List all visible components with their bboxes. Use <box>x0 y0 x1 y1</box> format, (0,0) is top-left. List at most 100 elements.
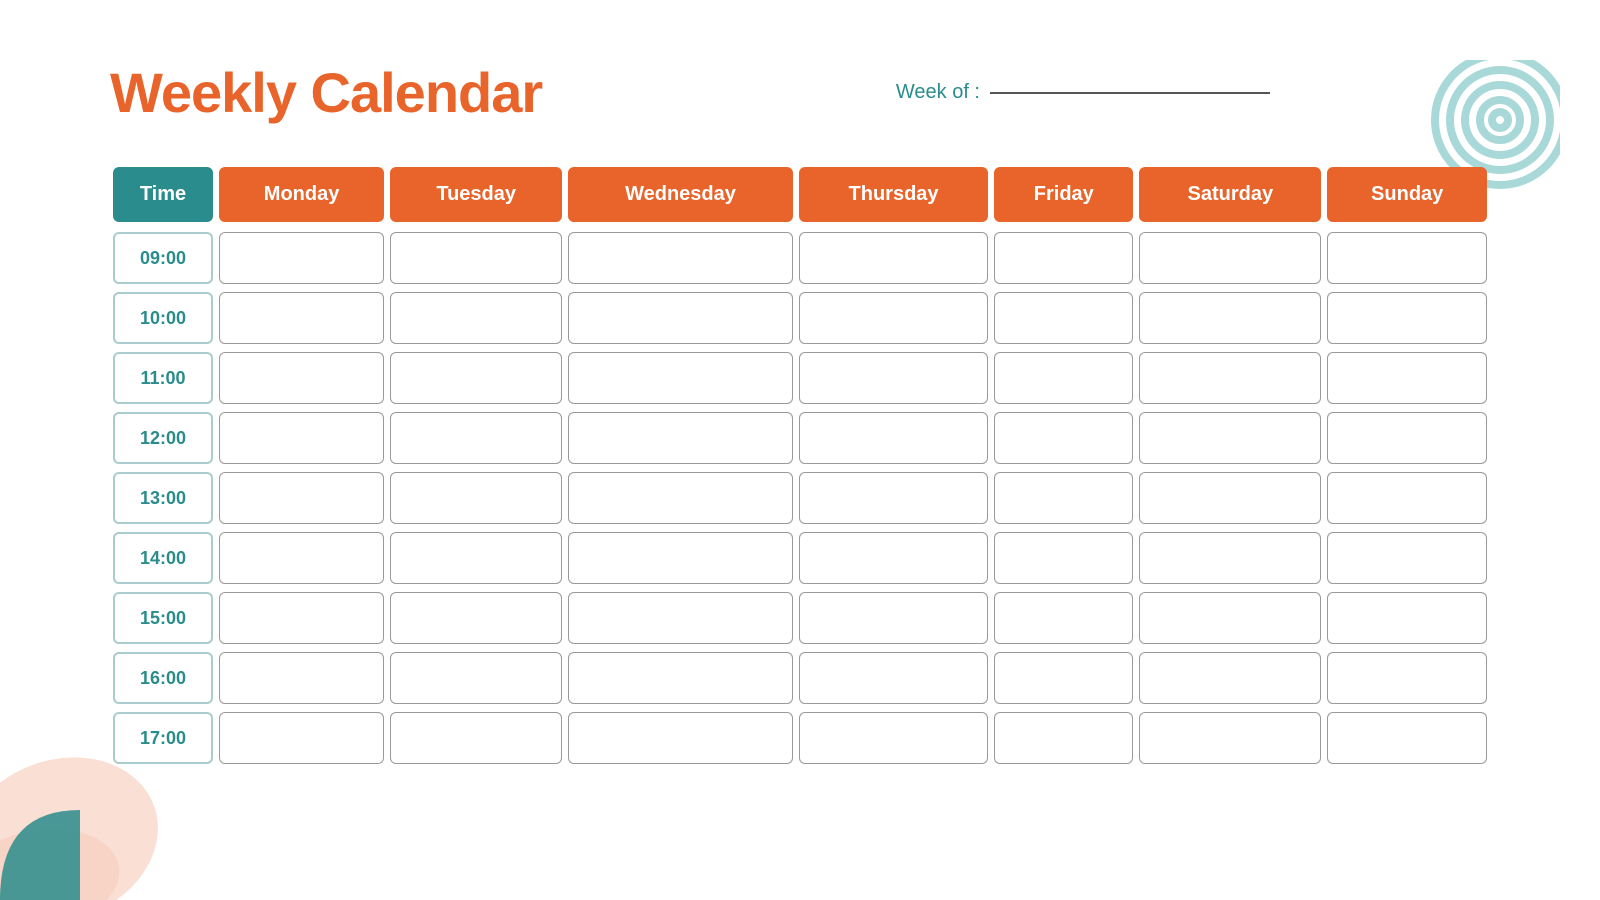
cell-09:00-wednesday[interactable] <box>565 228 796 288</box>
cell-17:00-tuesday[interactable] <box>387 708 565 768</box>
cell-17:00-wednesday[interactable] <box>565 708 796 768</box>
wednesday-header-cell: Wednesday <box>568 167 793 222</box>
table-row: 14:00 <box>110 528 1490 588</box>
cell-14:00-friday[interactable] <box>991 528 1136 588</box>
week-of-label: Week of : <box>896 81 980 104</box>
saturday-header: Saturday <box>1136 165 1324 228</box>
week-of-input[interactable] <box>990 92 1270 94</box>
table-row: 10:00 <box>110 288 1490 348</box>
friday-header: Friday <box>991 165 1136 228</box>
tuesday-header: Tuesday <box>387 165 565 228</box>
cell-11:00-friday[interactable] <box>991 348 1136 408</box>
cell-17:00-monday[interactable] <box>216 708 387 768</box>
cell-16:00-tuesday[interactable] <box>387 648 565 708</box>
cell-09:00-tuesday[interactable] <box>387 228 565 288</box>
time-header-cell: Time <box>113 167 213 222</box>
cell-17:00-sunday[interactable] <box>1324 708 1490 768</box>
cell-14:00-saturday[interactable] <box>1136 528 1324 588</box>
cell-10:00-monday[interactable] <box>216 288 387 348</box>
cell-17:00-saturday[interactable] <box>1136 708 1324 768</box>
cell-13:00-tuesday[interactable] <box>387 468 565 528</box>
calendar-body: 09:0010:0011:0012:0013:0014:0015:0016:00… <box>110 228 1490 768</box>
time-cell-14:00: 14:00 <box>110 528 216 588</box>
page-content: Weekly Calendar Week of : Time Monday Tu… <box>0 0 1600 808</box>
cell-13:00-sunday[interactable] <box>1324 468 1490 528</box>
cell-12:00-friday[interactable] <box>991 408 1136 468</box>
time-cell-11:00: 11:00 <box>110 348 216 408</box>
cell-16:00-sunday[interactable] <box>1324 648 1490 708</box>
cell-15:00-saturday[interactable] <box>1136 588 1324 648</box>
time-cell-10:00: 10:00 <box>110 288 216 348</box>
cell-15:00-friday[interactable] <box>991 588 1136 648</box>
cell-13:00-thursday[interactable] <box>796 468 992 528</box>
cell-14:00-monday[interactable] <box>216 528 387 588</box>
cell-12:00-saturday[interactable] <box>1136 408 1324 468</box>
sunday-header-cell: Sunday <box>1327 167 1487 222</box>
cell-10:00-friday[interactable] <box>991 288 1136 348</box>
cell-11:00-thursday[interactable] <box>796 348 992 408</box>
cell-14:00-tuesday[interactable] <box>387 528 565 588</box>
thursday-header: Thursday <box>796 165 992 228</box>
cell-15:00-monday[interactable] <box>216 588 387 648</box>
cell-14:00-wednesday[interactable] <box>565 528 796 588</box>
cell-15:00-wednesday[interactable] <box>565 588 796 648</box>
wednesday-header: Wednesday <box>565 165 796 228</box>
cell-12:00-tuesday[interactable] <box>387 408 565 468</box>
time-header: Time <box>110 165 216 228</box>
cell-11:00-wednesday[interactable] <box>565 348 796 408</box>
cell-15:00-thursday[interactable] <box>796 588 992 648</box>
table-row: 12:00 <box>110 408 1490 468</box>
page-title: Weekly Calendar <box>110 60 542 125</box>
cell-10:00-tuesday[interactable] <box>387 288 565 348</box>
thursday-header-cell: Thursday <box>799 167 989 222</box>
monday-header: Monday <box>216 165 387 228</box>
cell-15:00-sunday[interactable] <box>1324 588 1490 648</box>
cell-10:00-saturday[interactable] <box>1136 288 1324 348</box>
friday-header-cell: Friday <box>994 167 1133 222</box>
cell-14:00-thursday[interactable] <box>796 528 992 588</box>
cell-16:00-thursday[interactable] <box>796 648 992 708</box>
cell-13:00-wednesday[interactable] <box>565 468 796 528</box>
cell-12:00-sunday[interactable] <box>1324 408 1490 468</box>
time-cell-17:00: 17:00 <box>110 708 216 768</box>
cell-16:00-monday[interactable] <box>216 648 387 708</box>
cell-09:00-thursday[interactable] <box>796 228 992 288</box>
cell-10:00-sunday[interactable] <box>1324 288 1490 348</box>
cell-11:00-tuesday[interactable] <box>387 348 565 408</box>
cell-13:00-friday[interactable] <box>991 468 1136 528</box>
table-row: 17:00 <box>110 708 1490 768</box>
cell-11:00-monday[interactable] <box>216 348 387 408</box>
cell-16:00-saturday[interactable] <box>1136 648 1324 708</box>
cell-13:00-saturday[interactable] <box>1136 468 1324 528</box>
cell-17:00-friday[interactable] <box>991 708 1136 768</box>
table-header-row: Time Monday Tuesday Wednesday Thursday F… <box>110 165 1490 228</box>
cell-12:00-wednesday[interactable] <box>565 408 796 468</box>
calendar-table: Time Monday Tuesday Wednesday Thursday F… <box>110 165 1490 768</box>
cell-10:00-thursday[interactable] <box>796 288 992 348</box>
table-row: 09:00 <box>110 228 1490 288</box>
cell-11:00-saturday[interactable] <box>1136 348 1324 408</box>
sunday-header: Sunday <box>1324 165 1490 228</box>
time-cell-16:00: 16:00 <box>110 648 216 708</box>
cell-09:00-saturday[interactable] <box>1136 228 1324 288</box>
cell-10:00-wednesday[interactable] <box>565 288 796 348</box>
time-cell-15:00: 15:00 <box>110 588 216 648</box>
cell-13:00-monday[interactable] <box>216 468 387 528</box>
cell-17:00-thursday[interactable] <box>796 708 992 768</box>
cell-12:00-thursday[interactable] <box>796 408 992 468</box>
cell-16:00-wednesday[interactable] <box>565 648 796 708</box>
table-row: 11:00 <box>110 348 1490 408</box>
cell-11:00-sunday[interactable] <box>1324 348 1490 408</box>
cell-16:00-friday[interactable] <box>991 648 1136 708</box>
cell-15:00-tuesday[interactable] <box>387 588 565 648</box>
time-cell-12:00: 12:00 <box>110 408 216 468</box>
cell-14:00-sunday[interactable] <box>1324 528 1490 588</box>
cell-12:00-monday[interactable] <box>216 408 387 468</box>
monday-header-cell: Monday <box>219 167 384 222</box>
cell-09:00-friday[interactable] <box>991 228 1136 288</box>
cell-09:00-monday[interactable] <box>216 228 387 288</box>
time-cell-13:00: 13:00 <box>110 468 216 528</box>
saturday-header-cell: Saturday <box>1139 167 1321 222</box>
cell-09:00-sunday[interactable] <box>1324 228 1490 288</box>
header: Weekly Calendar Week of : <box>110 60 1490 125</box>
